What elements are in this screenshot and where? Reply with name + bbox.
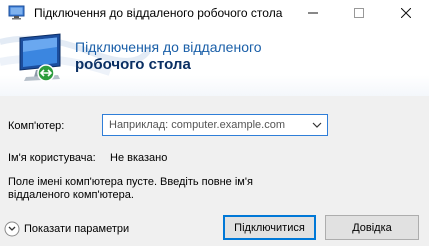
show-options-label[interactable]: Показати параметри — [24, 223, 129, 235]
close-icon — [401, 8, 411, 18]
window-title: Підключення до віддаленого робочого стол… — [34, 6, 283, 20]
title-bar: Підключення до віддаленого робочого стол… — [0, 0, 429, 26]
chevron-down-icon[interactable] — [311, 119, 323, 131]
computer-combobox[interactable]: Наприклад: computer.example.com — [102, 114, 328, 136]
minimize-icon — [308, 12, 318, 14]
remote-desktop-app-icon — [8, 5, 25, 20]
header-banner: Підключення до віддаленого робочого стол… — [0, 26, 429, 96]
expand-circle-icon[interactable] — [4, 221, 20, 237]
remote-desktop-monitor-icon — [19, 33, 61, 82]
show-options-toggle[interactable]: Показати параметри — [4, 220, 129, 238]
username-value: Не вказано — [110, 152, 168, 164]
help-button[interactable]: Довідка — [325, 215, 419, 240]
maximize-icon — [354, 8, 364, 18]
minimize-button[interactable] — [290, 0, 336, 26]
hint-text: Поле імені комп'ютера пусте. Введіть пов… — [8, 176, 253, 201]
computer-label: Комп'ютер: — [8, 120, 65, 132]
computer-input-placeholder[interactable]: Наприклад: computer.example.com — [109, 119, 285, 131]
username-label: Ім'я користувача: — [8, 152, 96, 164]
maximize-button[interactable] — [336, 0, 382, 26]
banner-title-line1: Підключення до віддаленого — [75, 39, 262, 55]
connect-button[interactable]: Підключитися — [223, 215, 316, 240]
close-button[interactable] — [383, 0, 429, 26]
banner-title-line2: робочого стола — [75, 56, 191, 73]
